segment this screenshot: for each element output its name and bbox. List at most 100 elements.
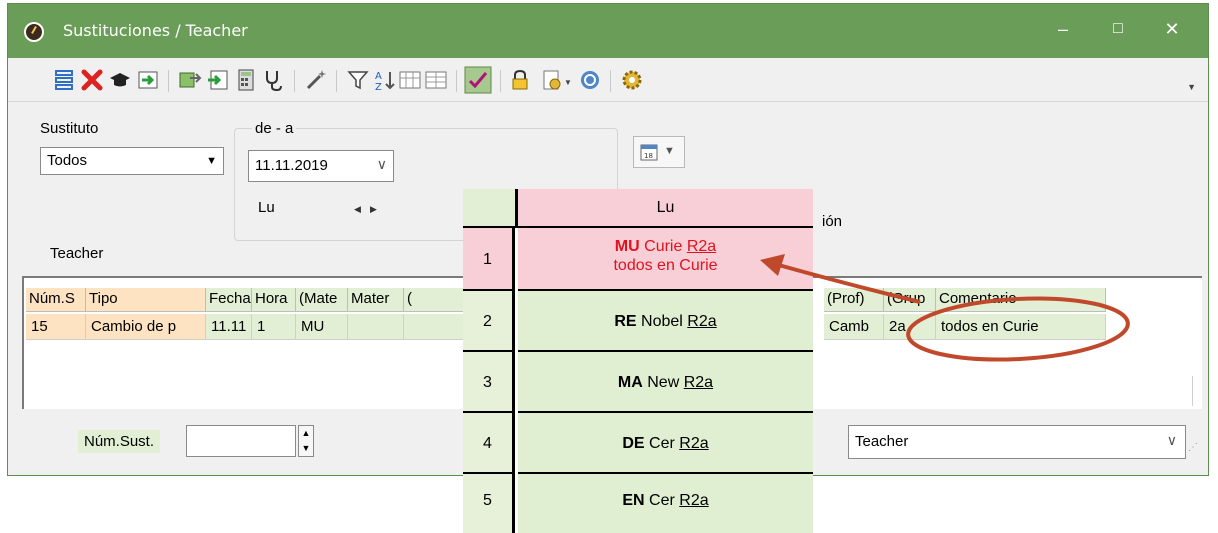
gear-icon[interactable] xyxy=(620,68,644,92)
filter-icon[interactable] xyxy=(346,68,370,92)
cell-mate-old[interactable]: MU xyxy=(296,314,348,340)
period-slot-2[interactable]: RE Nobel R2a xyxy=(518,291,813,352)
popup-day-header: Lu xyxy=(518,189,813,228)
svg-text:Z: Z xyxy=(375,82,382,92)
period-slot-3[interactable]: MA New R2a xyxy=(518,352,813,413)
popup-corner xyxy=(463,189,518,228)
slot-room: R2a xyxy=(679,492,709,509)
period-number: 3 xyxy=(463,352,515,413)
check-icon[interactable] xyxy=(464,66,492,94)
slot-room: R2a xyxy=(687,313,717,330)
minimize-button[interactable]: – xyxy=(1043,14,1083,44)
svg-text:A: A xyxy=(375,71,382,82)
date-picker[interactable]: 11.11.2019 ∨ xyxy=(248,150,394,182)
maximize-button[interactable]: □ xyxy=(1098,14,1138,44)
slot-subject: RE xyxy=(614,313,637,330)
prev-day-icon[interactable]: ◀ xyxy=(354,204,361,215)
cell-mater[interactable] xyxy=(348,314,404,340)
sort-icon[interactable]: AZ xyxy=(372,68,396,92)
window-title: Sustituciones / Teacher xyxy=(63,21,248,40)
magic-wand-icon[interactable] xyxy=(304,68,328,92)
range-label: de - a xyxy=(252,120,297,137)
slot-teacher: Curie xyxy=(644,238,683,255)
cell-tipo[interactable]: Cambio de p xyxy=(86,314,206,340)
header-mater[interactable]: Mater xyxy=(348,288,404,312)
sustituto-value: Todos xyxy=(47,152,88,169)
period-number: 4 xyxy=(463,413,515,474)
stethoscope-icon[interactable] xyxy=(262,68,286,92)
date-value: 11.11.2019 xyxy=(255,157,328,174)
slot-subject: EN xyxy=(622,492,645,509)
period-number: 2 xyxy=(463,291,515,352)
cell-comentario[interactable]: todos en Curie xyxy=(936,314,1106,340)
toolbar-overflow-icon[interactable]: ▼ xyxy=(1187,82,1196,92)
columns-icon[interactable] xyxy=(398,68,422,92)
header-grup[interactable]: (Grup xyxy=(884,288,936,312)
num-sust-label: Núm.Sust. xyxy=(78,430,161,453)
export-icon[interactable] xyxy=(206,68,230,92)
period-number: 5 xyxy=(463,474,515,533)
view-select[interactable]: Teacher ∨ xyxy=(848,425,1186,459)
day-label: Lu xyxy=(258,199,275,216)
sustituto-label: Sustituto xyxy=(40,120,99,137)
slot-subject: MA xyxy=(617,374,643,391)
cell-num[interactable]: 15 xyxy=(26,314,86,340)
view-value: Teacher xyxy=(855,433,909,450)
num-sust-spinner[interactable]: ▲ ▼ xyxy=(298,425,314,457)
svg-text:18: 18 xyxy=(644,152,653,160)
sustituto-select[interactable]: Todos ▼ xyxy=(40,147,224,175)
slot-room: R2a xyxy=(686,238,717,255)
lock-icon[interactable] xyxy=(508,68,532,92)
import-icon[interactable] xyxy=(136,68,160,92)
header-hora[interactable]: Hora xyxy=(252,288,296,312)
title-bar: Sustituciones / Teacher – □ ✕ xyxy=(8,4,1208,58)
teacher-icon[interactable] xyxy=(108,68,132,92)
grid-icon[interactable] xyxy=(424,68,448,92)
num-sust-input[interactable] xyxy=(186,425,296,457)
slot-subject: MU xyxy=(614,238,640,255)
swap-icon[interactable] xyxy=(178,68,202,92)
period-slot-4[interactable]: DE Cer R2a xyxy=(518,413,813,474)
settings-icon[interactable] xyxy=(540,68,564,92)
toolbar: AZ ▼ ▼ xyxy=(8,58,1208,102)
resize-grip-icon[interactable]: ⋰ xyxy=(1188,442,1198,453)
header-comentario[interactable]: Comentario xyxy=(936,288,1106,312)
header-fecha[interactable]: Fecha xyxy=(206,288,252,312)
period-number: 1 xyxy=(463,228,515,291)
header-mate-old[interactable]: (Mate xyxy=(296,288,348,312)
calendar-icon: 18 xyxy=(640,144,658,161)
period-slot-1[interactable]: MU Curie R2a todos en Curie xyxy=(518,228,813,291)
period-slot-5[interactable]: EN Cer R2a xyxy=(518,474,813,533)
slot-room: R2a xyxy=(679,435,709,452)
partial-label: ión xyxy=(822,213,843,230)
timetable-popup: Lu 1 MU Curie R2a todos en Curie 2 RE No… xyxy=(463,189,813,533)
calculator-icon[interactable] xyxy=(234,68,258,92)
chevron-down-icon: ∨ xyxy=(1166,432,1177,448)
slot-teacher: Nobel xyxy=(641,313,683,330)
teacher-section-label: Teacher xyxy=(50,245,104,262)
chevron-down-icon: ▼ xyxy=(664,145,675,157)
settings-dropdown-icon[interactable]: ▼ xyxy=(564,78,572,87)
header-prof[interactable]: (Prof) xyxy=(824,288,884,312)
header-num[interactable]: Núm.S xyxy=(26,288,86,312)
slot-room: R2a xyxy=(683,374,714,391)
app-clock-icon xyxy=(24,22,44,42)
chevron-down-icon: ▼ xyxy=(206,155,217,167)
chevron-down-icon: ∨ xyxy=(376,156,387,172)
slot-subject: DE xyxy=(622,435,645,452)
cell-prof[interactable]: Camb xyxy=(824,314,884,340)
table-divider xyxy=(1192,376,1193,406)
cell-grup[interactable]: 2a xyxy=(884,314,936,340)
cell-hora[interactable]: 1 xyxy=(252,314,296,340)
cell-fecha[interactable]: 11.11 xyxy=(206,314,252,340)
delete-icon[interactable] xyxy=(80,68,104,92)
list-icon[interactable] xyxy=(52,68,76,92)
next-day-icon[interactable]: ▶ xyxy=(370,204,377,215)
slot-note: todos en Curie xyxy=(613,257,718,274)
slot-teacher: New xyxy=(647,374,680,391)
slot-teacher: Cer xyxy=(649,492,675,509)
refresh-icon[interactable] xyxy=(578,68,602,92)
close-button[interactable]: ✕ xyxy=(1152,14,1192,44)
calendar-button[interactable]: 18 ▼ xyxy=(633,136,685,168)
header-tipo[interactable]: Tipo xyxy=(86,288,206,312)
